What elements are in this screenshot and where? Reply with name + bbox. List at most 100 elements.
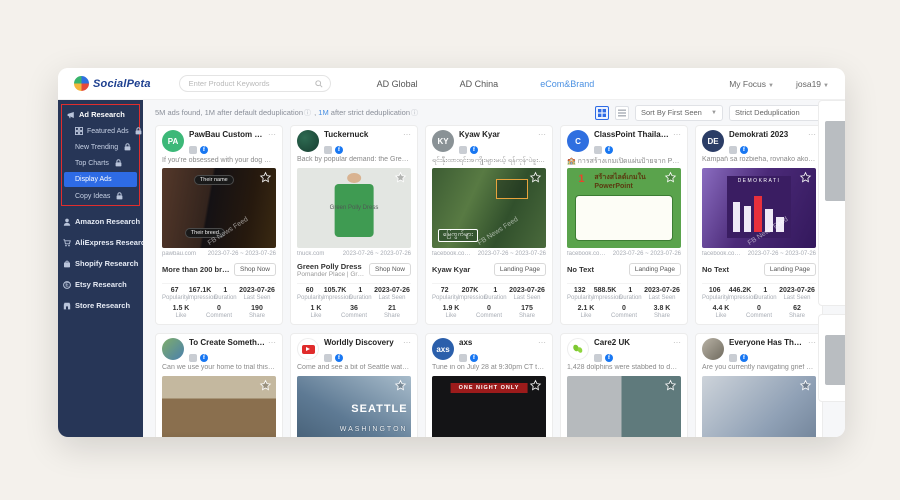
more-options-icon[interactable]: ⋯ — [673, 338, 681, 347]
advertiser-domain[interactable]: facebook.com/10... — [432, 251, 474, 257]
nav-item-ad-china[interactable]: AD China — [460, 79, 499, 89]
landing-page-button[interactable]: Landing Page — [494, 263, 546, 276]
more-options-icon[interactable]: ⋯ — [808, 130, 816, 139]
advertiser-domain[interactable]: facebook.com/11... — [567, 251, 609, 257]
ad-creative[interactable] — [162, 376, 276, 437]
favorite-star-icon[interactable] — [529, 379, 542, 397]
search-input[interactable] — [187, 78, 315, 89]
favorite-star-icon[interactable] — [664, 379, 677, 397]
product-search[interactable] — [179, 75, 331, 92]
advertiser-domain[interactable]: pawbau.com — [162, 251, 196, 257]
more-options-icon[interactable]: ⋯ — [673, 130, 681, 139]
favorite-star-icon[interactable] — [664, 171, 677, 189]
advertiser-avatar[interactable] — [297, 130, 319, 152]
ad-creative[interactable]: ONE NIGHT ONLY — [432, 376, 546, 437]
shop-now-button[interactable]: Shop Now — [234, 263, 276, 276]
info-icon[interactable]: ⓘ — [304, 110, 311, 117]
sidebar-item-etsy-research[interactable]: EEtsy Research — [58, 274, 143, 295]
logo-text: SocialPeta — [93, 78, 151, 90]
ad-creative[interactable]: DEMOKRATIFB News Feed — [702, 168, 816, 248]
sidebar-item-copy-ideas[interactable]: Copy Ideas — [62, 188, 139, 204]
advertiser-avatar[interactable]: KY — [432, 130, 454, 152]
landing-page-button[interactable]: Landing Page — [764, 263, 816, 276]
more-options-icon[interactable]: ⋯ — [403, 338, 411, 347]
facebook-icon: f — [335, 354, 343, 362]
sidebar-item-new-trending[interactable]: New Trending — [62, 139, 139, 155]
more-options-icon[interactable]: ⋯ — [403, 130, 411, 139]
advertiser-name[interactable]: Demokrati 2023 — [729, 130, 805, 139]
more-options-icon[interactable]: ⋯ — [808, 338, 816, 347]
lock-icon — [116, 192, 123, 200]
sort-dropdown[interactable]: Sort By First Seen▼ — [635, 105, 723, 121]
favorite-star-icon[interactable] — [394, 171, 407, 189]
user-menu[interactable]: josa19▼ — [796, 79, 829, 89]
advertiser-name[interactable]: To Create Something Exceptio... — [189, 338, 265, 347]
more-options-icon[interactable]: ⋯ — [268, 130, 276, 139]
sidebar-item-aliexpress-research[interactable]: AliExpress Research — [58, 232, 143, 253]
strict-dedup-link[interactable]: 1M — [318, 108, 328, 117]
info-icon[interactable]: ⓘ — [411, 110, 418, 117]
favorite-star-icon[interactable] — [529, 171, 542, 189]
creative-label: WASHINGTON — [340, 426, 408, 433]
ad-creative[interactable]: မြေကွက်များFB News Feed — [432, 168, 546, 248]
favorite-star-icon[interactable] — [799, 171, 812, 189]
sidebar-item-shopify-research[interactable]: Shopify Research — [58, 253, 143, 274]
sidebar-item-display-ads[interactable]: Display Ads — [64, 172, 137, 187]
advertiser-avatar[interactable]: PA — [162, 130, 184, 152]
landing-page-button[interactable]: Landing Page — [629, 263, 681, 276]
nav-item-ad-global[interactable]: AD Global — [377, 79, 418, 89]
facebook-icon: f — [200, 354, 208, 362]
ad-creative[interactable] — [702, 376, 816, 437]
date-range: 2023-07-26 ~ 2023-07-26 — [613, 251, 681, 257]
advertiser-avatar[interactable] — [162, 338, 184, 360]
sidebar-item-store-research[interactable]: Store Research — [58, 295, 143, 316]
list-view-button[interactable] — [615, 106, 629, 120]
socialpeta-logo[interactable]: SocialPeta — [74, 76, 151, 91]
advertiser-domain[interactable]: tnuck.com — [297, 251, 324, 257]
favorite-star-icon[interactable] — [259, 171, 272, 189]
ad-text: Back by popular demand: the Green Polly … — [297, 156, 411, 165]
grid-view-button[interactable] — [595, 106, 609, 120]
ad-card: C ClassPoint Thailand ⋯ f 🏫 การสร้างเกมเ… — [560, 125, 688, 325]
favorite-star-icon[interactable] — [799, 379, 812, 397]
advertiser-avatar[interactable]: DE — [702, 130, 724, 152]
my-focus-dropdown[interactable]: My Focus▼ — [729, 79, 774, 89]
advertiser-name[interactable]: Kyaw Kyar — [459, 130, 535, 139]
advertiser-name[interactable]: ClassPoint Thailand — [594, 130, 670, 139]
favorite-star-icon[interactable] — [394, 379, 407, 397]
advertiser-avatar[interactable]: axs — [432, 338, 454, 360]
favorite-star-icon[interactable] — [259, 379, 272, 397]
sidebar-item-amazon-research[interactable]: Amazon Research — [58, 211, 143, 232]
advertiser-avatar[interactable] — [297, 338, 319, 360]
advertiser-domain[interactable]: facebook.com/10... — [702, 251, 744, 257]
sidebar-item-top-charts[interactable]: Top Charts — [62, 155, 139, 171]
advertiser-name[interactable]: Care2 UK — [594, 338, 670, 347]
facebook-icon: f — [200, 146, 208, 154]
sidebar-item-ad-research[interactable]: Ad Research — [62, 106, 139, 123]
more-options-icon[interactable]: ⋯ — [538, 338, 546, 347]
more-options-icon[interactable]: ⋯ — [538, 130, 546, 139]
advertiser-name[interactable]: axs — [459, 338, 535, 347]
facebook-icon: f — [470, 146, 478, 154]
bag-icon — [63, 260, 71, 268]
facebook-icon: f — [470, 354, 478, 362]
stats-row-1: 106Popularity446.2KImpression1Duration20… — [702, 283, 816, 301]
chevron-down-icon: ▼ — [823, 83, 829, 89]
advertiser-name[interactable]: Tuckernuck — [324, 130, 400, 139]
advertiser-avatar[interactable]: C — [567, 130, 589, 152]
more-options-icon[interactable]: ⋯ — [268, 338, 276, 347]
ad-creative[interactable]: SEATTLEWASHINGTON — [297, 376, 411, 437]
advertiser-avatar[interactable] — [567, 338, 589, 360]
advertiser-avatar[interactable] — [702, 338, 724, 360]
advertiser-name[interactable]: Everyone Has The Freedom To... — [729, 338, 805, 347]
nav-item-ecom-brand[interactable]: eCom&Brand — [540, 79, 594, 89]
shop-now-button[interactable]: Shop Now — [369, 263, 411, 276]
ad-creative[interactable]: Their nameTheir breedFB News Feed — [162, 168, 276, 248]
ad-creative[interactable]: 1สร้างสไลด์เกมใน PowerPoint — [567, 168, 681, 248]
advertiser-name[interactable]: Worldly Discovery — [324, 338, 400, 347]
ad-creative[interactable]: Green Polly Dress — [297, 168, 411, 248]
advertiser-name[interactable]: PawBau Custom Jewelry — [189, 130, 265, 139]
sidebar-item-featured-ads[interactable]: Featured Ads — [62, 123, 139, 139]
facebook-icon: f — [335, 146, 343, 154]
ad-creative[interactable] — [567, 376, 681, 437]
